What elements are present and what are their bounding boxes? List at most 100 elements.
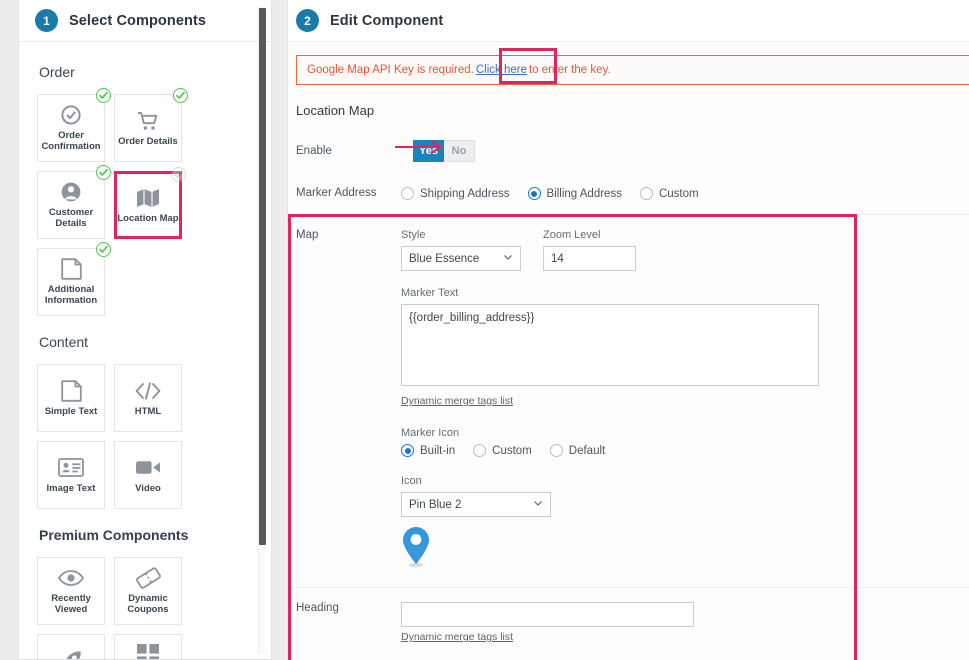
select-components-title: Select Components: [69, 13, 206, 29]
component-card[interactable]: Location Map: [114, 171, 182, 239]
component-card[interactable]: Order Details: [114, 94, 182, 162]
marker-icon-option-built-in[interactable]: Built-in: [401, 444, 455, 457]
warning-text-after: to enter the key.: [529, 64, 611, 76]
edit-component-body: Google Map API Key is required. Click he…: [288, 42, 969, 659]
user-circle-icon: [60, 181, 82, 203]
note-icon: [61, 258, 82, 280]
component-group-title: Content: [39, 334, 253, 350]
icon-label: Icon: [401, 475, 969, 487]
component-selected-check-icon: [171, 167, 186, 182]
enable-row: Enable Yes No: [288, 118, 969, 162]
icon-field: Icon Pin Blue 2: [401, 475, 969, 573]
component-card-label: Image Text: [47, 483, 96, 494]
component-card-label: HTML: [135, 406, 161, 417]
heading-input[interactable]: [401, 602, 694, 627]
marker-address-option-custom[interactable]: Custom: [640, 187, 699, 200]
component-selected-check-icon: [96, 88, 111, 103]
component-card[interactable]: Dynamic Coupons: [114, 557, 182, 625]
api-key-warning-wrapper: Google Map API Key is required. Click he…: [288, 42, 969, 85]
component-card[interactable]: Image Text: [37, 441, 105, 509]
component-card-label: Order Details: [118, 136, 178, 147]
radio-label: Shipping Address: [420, 188, 510, 200]
enable-toggle-no[interactable]: No: [444, 140, 475, 162]
component-card[interactable]: Video: [114, 441, 182, 509]
radio-icon: [401, 187, 414, 200]
marker-text-textarea[interactable]: {{order_billing_address}}: [401, 304, 819, 386]
heading-label: Heading: [296, 602, 401, 645]
edit-component-header: 2 Edit Component: [288, 0, 969, 42]
component-group-title: Premium Components: [39, 527, 253, 543]
api-key-warning: Google Map API Key is required. Click he…: [296, 55, 969, 85]
click-here-link[interactable]: Click here: [474, 64, 529, 76]
map-row: Map Style Blue Essence Zoom: [288, 215, 969, 588]
components-scrollbar-thumb[interactable]: [259, 8, 266, 545]
components-scroll-area[interactable]: Order Order Confirmation Order Details Cust…: [19, 43, 271, 659]
component-card[interactable]: Recently Viewed: [37, 557, 105, 625]
map-zoom-field: Zoom Level: [543, 229, 636, 271]
cart-icon: [137, 110, 159, 132]
location-map-section-title: Location Map: [288, 85, 969, 118]
component-card-label: Order Confirmation: [39, 130, 103, 152]
grid-icon: [137, 644, 159, 659]
radio-label: Billing Address: [547, 188, 622, 200]
radio-label: Default: [569, 445, 605, 457]
radio-icon: [401, 444, 414, 457]
map-zoom-label: Zoom Level: [543, 229, 636, 241]
component-card-label: Customer Details: [39, 207, 103, 229]
map-style-select[interactable]: Blue Essence: [401, 246, 521, 271]
component-card[interactable]: HTML: [114, 364, 182, 432]
pointer-arrow-icon: [395, 140, 445, 154]
select-components-panel: 1 Select Components Order Order Confirmat…: [18, 0, 272, 660]
marker-text-field: Marker Text {{order_billing_address}} Dy…: [401, 287, 969, 409]
heading-row: Heading Dynamic merge tags list: [288, 588, 969, 659]
component-card[interactable]: Simple Text: [37, 364, 105, 432]
icon-select[interactable]: Pin Blue 2: [401, 492, 551, 517]
map-pin-icon: [401, 526, 969, 573]
edit-component-title: Edit Component: [330, 13, 443, 29]
component-card[interactable]: Smart Bribe: [37, 634, 105, 659]
marker-icon-option-default[interactable]: Default: [550, 444, 605, 457]
video-camera-icon: [135, 457, 161, 479]
component-card[interactable]: Order Confirmation: [37, 94, 105, 162]
component-card-grid: Recently Viewed Dynamic Coupons Smart Brib…: [37, 557, 253, 659]
component-card[interactable]: Related Products: [114, 634, 182, 659]
component-card[interactable]: Customer Details: [37, 171, 105, 239]
marker-address-option-billing-address[interactable]: Billing Address: [528, 187, 622, 200]
step-1-badge: 1: [35, 9, 58, 32]
marker-text-merge-tags-link[interactable]: Dynamic merge tags list: [401, 395, 513, 407]
app-window: 1 Select Components Order Order Confirmat…: [0, 0, 969, 660]
code-icon: [135, 380, 161, 402]
component-selected-check-icon: [173, 88, 188, 103]
warning-text-before: Google Map API Key is required.: [307, 64, 474, 76]
component-group-title: Order: [39, 64, 253, 80]
component-card-grid: Simple Text HTML Image Text Video: [37, 364, 253, 509]
check-circle-icon: [60, 104, 82, 126]
component-card[interactable]: Additional Information: [37, 248, 105, 316]
id-card-icon: [58, 457, 84, 479]
heading-merge-tags-link[interactable]: Dynamic merge tags list: [401, 631, 513, 643]
component-card-label: Video: [135, 483, 161, 494]
component-selected-check-icon: [96, 242, 111, 257]
component-card-label: Additional Information: [39, 284, 103, 306]
map-label: Map: [296, 229, 401, 573]
marker-address-radio-group[interactable]: Shipping Address Billing Address Custom: [401, 187, 969, 200]
map-style-label: Style: [401, 229, 521, 241]
map-style-zoom-fields: Style Blue Essence Zoom Level: [401, 229, 969, 271]
eye-icon: [58, 567, 84, 589]
edit-component-panel: 2 Edit Component Google Map API Key is r…: [287, 0, 969, 660]
rocket-icon: [59, 650, 83, 660]
location-map-form: Marker Address Shipping Address Billing A…: [288, 173, 969, 659]
radio-label: Custom: [492, 445, 532, 457]
radio-icon: [550, 444, 563, 457]
map-zoom-input[interactable]: [543, 246, 636, 271]
component-card-grid: Order Confirmation Order Details Customer …: [37, 94, 253, 316]
component-card-label: Simple Text: [45, 406, 98, 417]
marker-address-label: Marker Address: [296, 187, 401, 200]
marker-icon-option-custom[interactable]: Custom: [473, 444, 532, 457]
map-style-field: Style Blue Essence: [401, 229, 521, 271]
marker-address-option-shipping-address[interactable]: Shipping Address: [401, 187, 510, 200]
marker-icon-radio-group[interactable]: Built-in Custom Default: [401, 444, 969, 457]
radio-label: Custom: [659, 188, 699, 200]
component-card-label: Recently Viewed: [39, 593, 103, 615]
ticket-icon: [136, 567, 161, 589]
